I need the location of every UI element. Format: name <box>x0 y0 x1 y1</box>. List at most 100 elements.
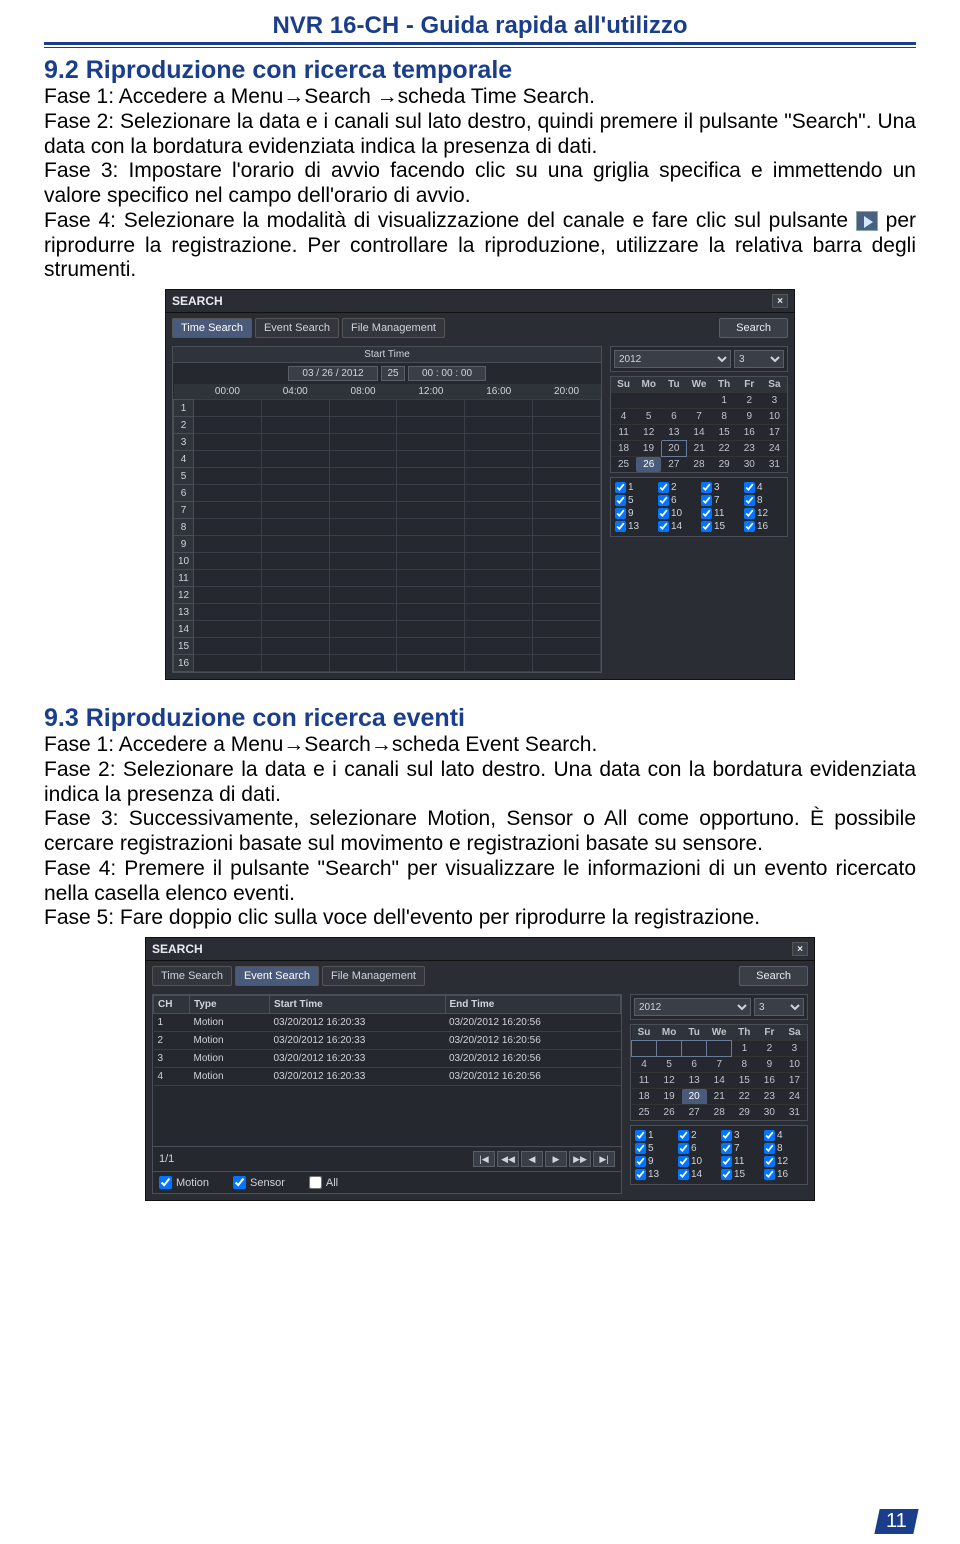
channel-checkbox[interactable]: 5 <box>615 495 654 506</box>
calendar-day[interactable]: 26 <box>636 457 661 473</box>
timeline-row[interactable]: 4 <box>174 451 601 468</box>
calendar-day[interactable]: 23 <box>757 1089 782 1105</box>
calendar-day[interactable]: 2 <box>737 393 762 409</box>
calendar-day[interactable]: 3 <box>762 393 787 409</box>
date-input[interactable] <box>288 366 378 381</box>
channel-checkbox[interactable]: 9 <box>615 508 654 519</box>
timeline-row[interactable]: 9 <box>174 536 601 553</box>
tab-event-search[interactable]: Event Search <box>255 318 339 338</box>
channel-checkbox[interactable]: 7 <box>701 495 740 506</box>
day-input[interactable] <box>381 366 405 381</box>
calendar-day[interactable] <box>707 1041 732 1057</box>
channel-checkbox[interactable]: 3 <box>721 1130 760 1141</box>
timeline-row[interactable]: 11 <box>174 570 601 587</box>
calendar-day[interactable] <box>611 393 636 409</box>
channel-checkbox[interactable]: 15 <box>721 1169 760 1180</box>
channel-grid[interactable]: 12345678910111213141516 <box>611 478 787 536</box>
calendar-day[interactable]: 21 <box>686 441 711 457</box>
calendar-day[interactable]: 8 <box>712 409 737 425</box>
last-page-button[interactable]: ▶| <box>593 1151 615 1167</box>
calendar-day[interactable]: 5 <box>657 1057 682 1073</box>
timeline-row[interactable]: 8 <box>174 519 601 536</box>
next-page-button[interactable]: ▶▶ <box>569 1151 591 1167</box>
calendar-day[interactable]: 30 <box>737 457 762 473</box>
calendar-day[interactable]: 9 <box>737 409 762 425</box>
channel-checkbox[interactable]: 11 <box>701 508 740 519</box>
prev-button[interactable]: ◀ <box>521 1151 543 1167</box>
filter-all[interactable]: All <box>309 1176 338 1189</box>
timeline-row[interactable]: 5 <box>174 468 601 485</box>
close-icon[interactable]: × <box>792 942 808 956</box>
calendar-day[interactable] <box>632 1041 657 1057</box>
timeline-row[interactable]: 15 <box>174 638 601 655</box>
channel-checkbox[interactable]: 1 <box>635 1130 674 1141</box>
calendar-day[interactable]: 8 <box>732 1057 757 1073</box>
next-button[interactable]: ▶ <box>545 1151 567 1167</box>
calendar-day[interactable]: 18 <box>632 1089 657 1105</box>
channel-grid[interactable]: 12345678910111213141516 <box>631 1126 807 1184</box>
filter-sensor[interactable]: Sensor <box>233 1176 285 1189</box>
calendar[interactable]: SuMoTuWeThFrSa12345678910111213141516171… <box>631 1025 807 1120</box>
channel-checkbox[interactable]: 13 <box>635 1169 674 1180</box>
calendar-day[interactable]: 7 <box>686 409 711 425</box>
calendar-day[interactable]: 15 <box>732 1073 757 1089</box>
calendar-day[interactable] <box>657 1041 682 1057</box>
calendar-day[interactable]: 19 <box>636 441 661 457</box>
channel-checkbox[interactable]: 6 <box>658 495 697 506</box>
table-row[interactable]: 2Motion03/20/2012 16:20:3303/20/2012 16:… <box>154 1032 621 1050</box>
timeline-row[interactable]: 1 <box>174 400 601 417</box>
calendar-day[interactable]: 3 <box>782 1041 807 1057</box>
calendar-day[interactable]: 27 <box>682 1105 707 1121</box>
first-page-button[interactable]: |◀ <box>473 1151 495 1167</box>
calendar-day[interactable]: 13 <box>661 425 686 441</box>
calendar-day[interactable]: 17 <box>782 1073 807 1089</box>
table-row[interactable]: 1Motion03/20/2012 16:20:3303/20/2012 16:… <box>154 1014 621 1032</box>
channel-checkbox[interactable]: 14 <box>678 1169 717 1180</box>
channel-checkbox[interactable]: 4 <box>744 482 783 493</box>
timeline-row[interactable]: 14 <box>174 621 601 638</box>
calendar-day[interactable]: 10 <box>762 409 787 425</box>
channel-checkbox[interactable]: 3 <box>701 482 740 493</box>
channel-checkbox[interactable]: 7 <box>721 1143 760 1154</box>
timeline-row[interactable]: 7 <box>174 502 601 519</box>
search-button[interactable]: Search <box>719 318 788 338</box>
search-button[interactable]: Search <box>739 966 808 986</box>
channel-checkbox[interactable]: 12 <box>744 508 783 519</box>
calendar-day[interactable]: 6 <box>682 1057 707 1073</box>
time-input[interactable] <box>408 366 486 381</box>
calendar-day[interactable]: 29 <box>712 457 737 473</box>
calendar-day[interactable]: 7 <box>707 1057 732 1073</box>
tab-time-search[interactable]: Time Search <box>172 318 252 338</box>
tab-file-management[interactable]: File Management <box>322 966 425 986</box>
calendar-day[interactable]: 21 <box>707 1089 732 1105</box>
timeline-row[interactable]: 10 <box>174 553 601 570</box>
channel-checkbox[interactable]: 10 <box>678 1156 717 1167</box>
channel-checkbox[interactable]: 2 <box>678 1130 717 1141</box>
channel-checkbox[interactable]: 14 <box>658 521 697 532</box>
calendar-day[interactable]: 9 <box>757 1057 782 1073</box>
calendar-day[interactable] <box>661 393 686 409</box>
calendar-day[interactable]: 12 <box>657 1073 682 1089</box>
calendar-day[interactable]: 27 <box>661 457 686 473</box>
tab-event-search[interactable]: Event Search <box>235 966 319 986</box>
tab-file-management[interactable]: File Management <box>342 318 445 338</box>
table-row[interactable]: 3Motion03/20/2012 16:20:3303/20/2012 16:… <box>154 1050 621 1068</box>
month-select[interactable]: 3 <box>754 998 804 1016</box>
timeline-row[interactable]: 6 <box>174 485 601 502</box>
calendar-day[interactable]: 5 <box>636 409 661 425</box>
calendar-day[interactable]: 14 <box>686 425 711 441</box>
calendar-day[interactable] <box>636 393 661 409</box>
calendar-day[interactable]: 2 <box>757 1041 782 1057</box>
timeline-row[interactable]: 16 <box>174 655 601 672</box>
channel-checkbox[interactable]: 10 <box>658 508 697 519</box>
calendar-day[interactable]: 22 <box>712 441 737 457</box>
channel-checkbox[interactable]: 16 <box>744 521 783 532</box>
channel-checkbox[interactable]: 8 <box>764 1143 803 1154</box>
calendar-day[interactable]: 20 <box>682 1089 707 1105</box>
timeline-row[interactable]: 3 <box>174 434 601 451</box>
calendar-day[interactable]: 16 <box>737 425 762 441</box>
calendar-day[interactable]: 4 <box>632 1057 657 1073</box>
calendar-day[interactable]: 30 <box>757 1105 782 1121</box>
calendar-day[interactable]: 16 <box>757 1073 782 1089</box>
event-table[interactable]: CH Type Start Time End Time 1Motion03/20… <box>153 995 621 1086</box>
